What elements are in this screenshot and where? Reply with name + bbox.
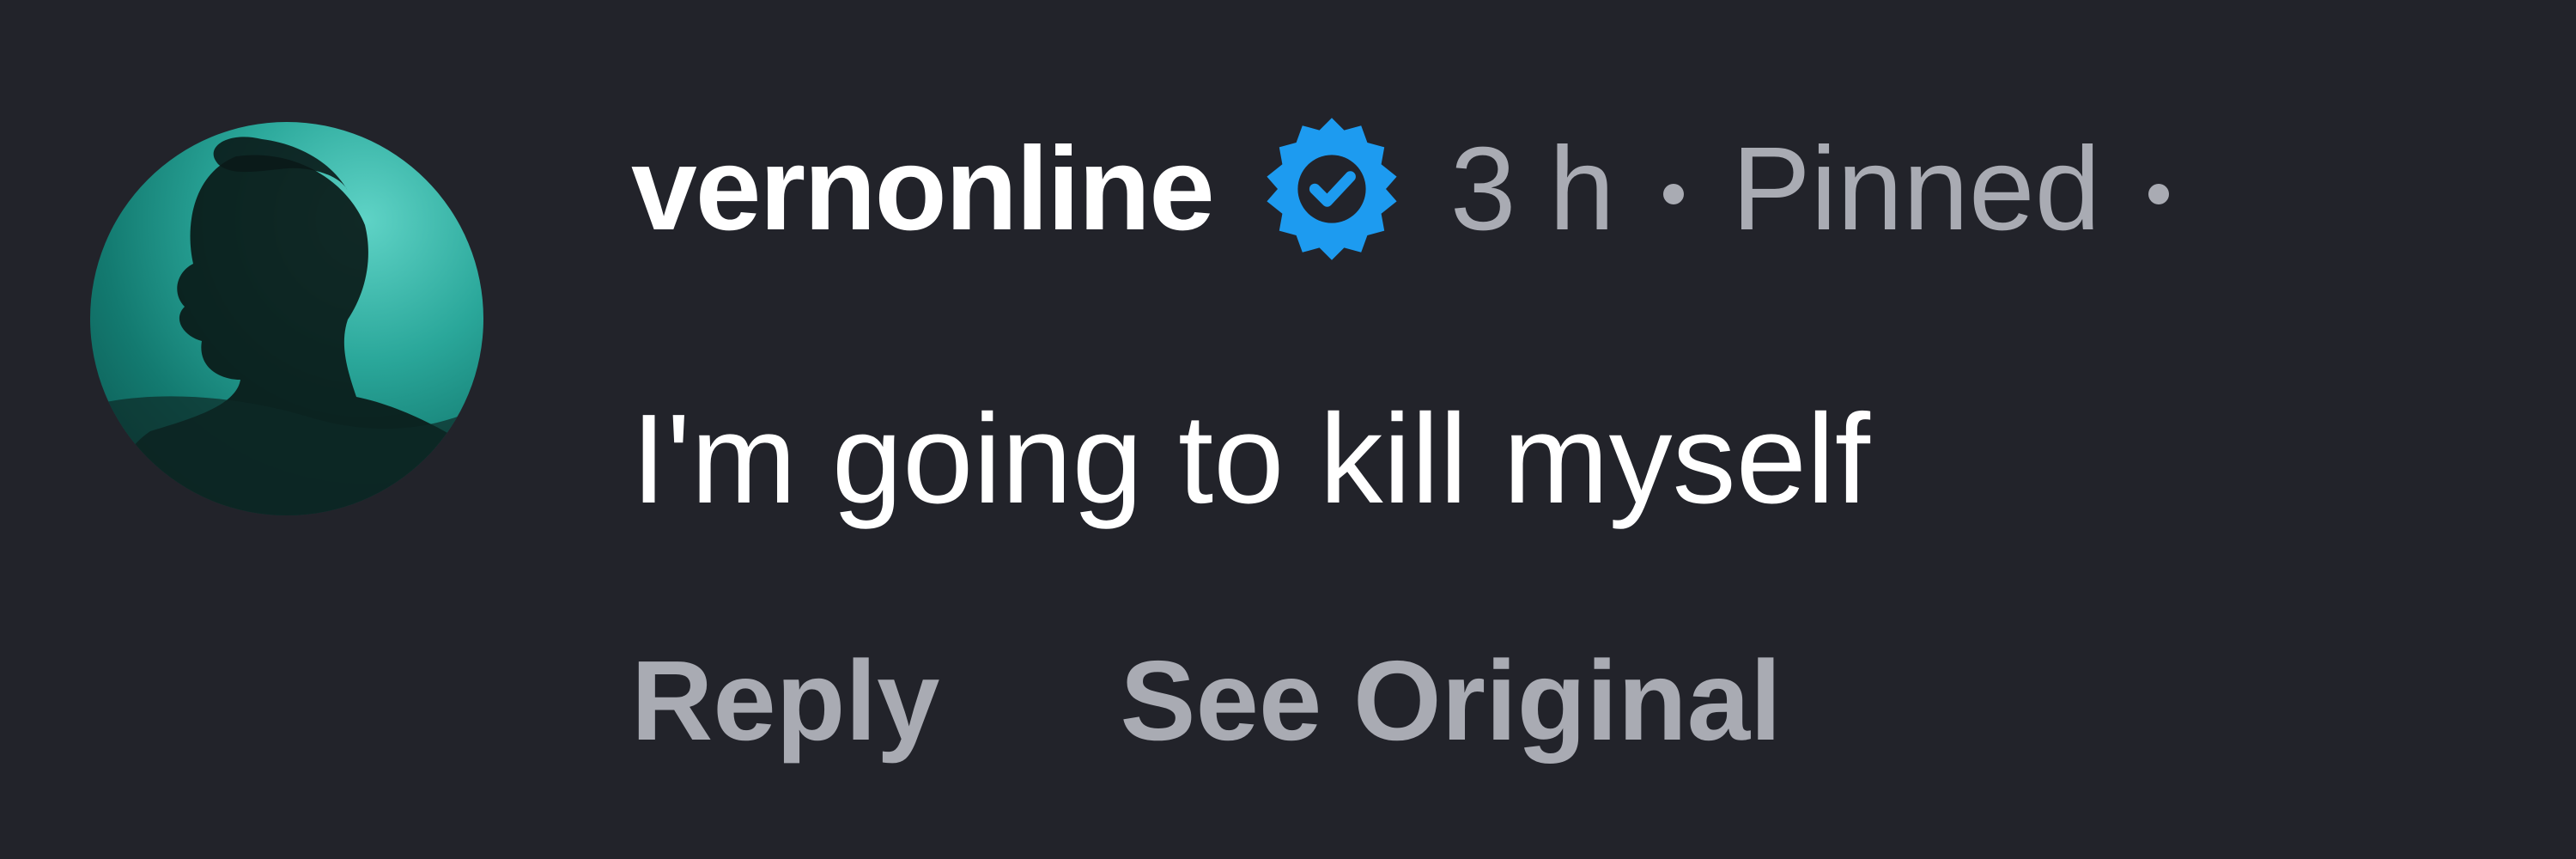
comment-item: vernonline 3 h Pinned I'm going to kill …: [0, 0, 2576, 859]
verified-badge-icon: [1255, 112, 1409, 266]
comment-header: vernonline 3 h Pinned: [631, 103, 2217, 275]
avatar[interactable]: [90, 122, 483, 515]
timestamp: 3 h: [1449, 122, 1615, 255]
separator-dot: [2148, 184, 2170, 204]
comment-text: I'm going to kill myself: [631, 388, 1870, 530]
reply-button[interactable]: Reply: [631, 636, 939, 765]
username[interactable]: vernonline: [631, 121, 1215, 258]
see-original-button[interactable]: See Original: [1120, 636, 1781, 765]
separator-dot: [1662, 184, 1684, 204]
comment-actions: Reply See Original: [631, 636, 1782, 765]
pinned-label: Pinned: [1731, 122, 2101, 255]
avatar-silhouette-icon: [90, 137, 483, 515]
